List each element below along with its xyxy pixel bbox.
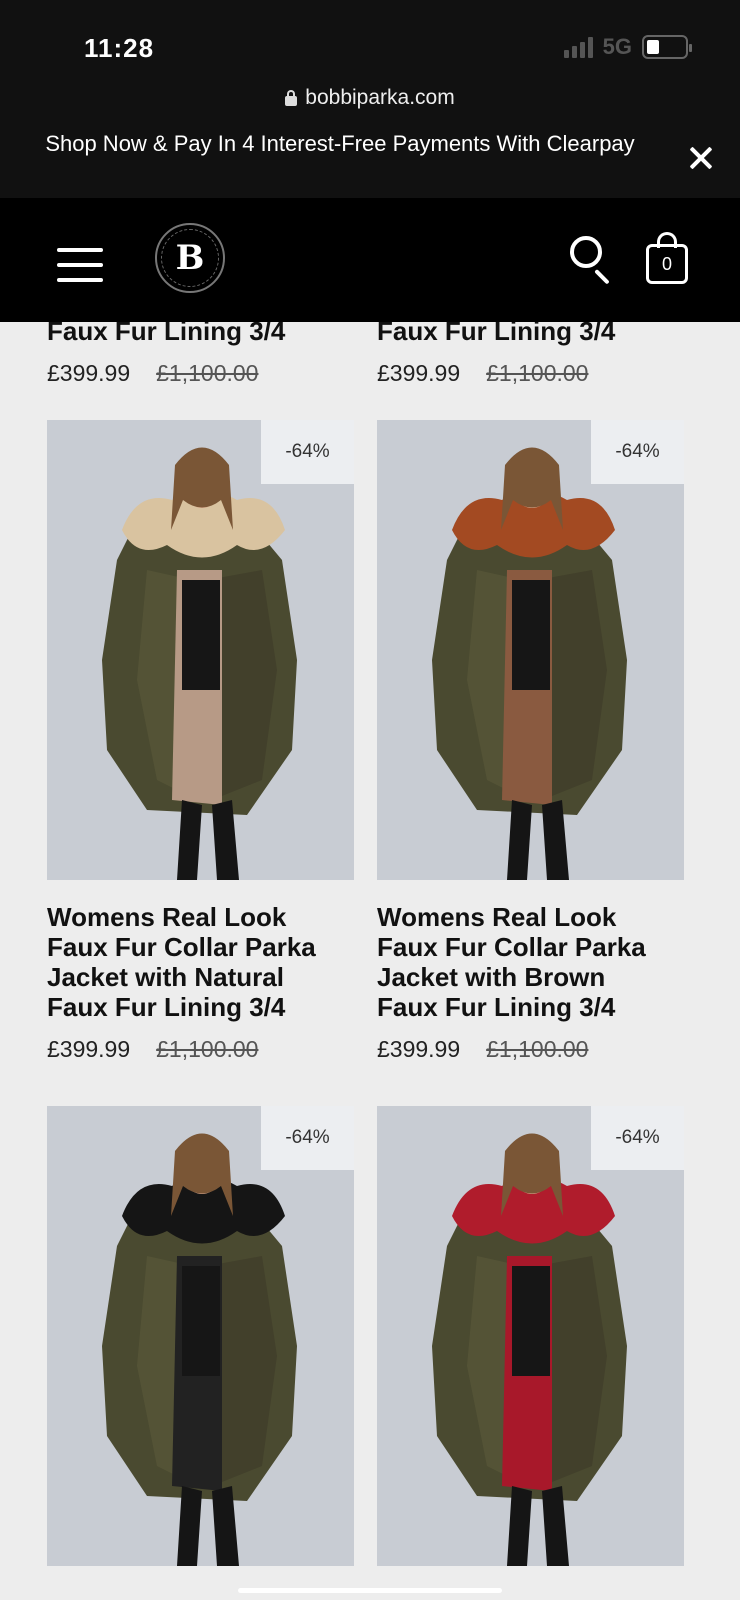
product-price: £399.99 bbox=[47, 1036, 131, 1062]
product-image[interactable]: -64% bbox=[377, 1106, 684, 1566]
discount-badge: -64% bbox=[591, 1106, 684, 1170]
model-photo bbox=[377, 1106, 684, 1566]
logo[interactable]: B bbox=[155, 223, 225, 293]
discount-badge: -64% bbox=[261, 420, 354, 484]
product-grid: Faux Fur Lining 3/4 £399.99 £1,100.00 Fa… bbox=[0, 322, 740, 1600]
product-card[interactable]: Faux Fur Lining 3/4 £399.99 £1,100.00 bbox=[377, 322, 684, 387]
signal-icon bbox=[563, 36, 593, 58]
browser-url-bar[interactable]: bobbiparka.com bbox=[0, 78, 740, 118]
network-label: 5G bbox=[602, 34, 632, 59]
lock-icon bbox=[285, 90, 298, 106]
product-compare-price: £1,100.00 bbox=[156, 360, 259, 386]
model-photo bbox=[47, 1106, 354, 1566]
product-title[interactable]: Faux Fur Lining 3/4 bbox=[47, 322, 354, 346]
promo-banner: Shop Now & Pay In 4 Interest-Free Paymen… bbox=[0, 118, 740, 198]
product-compare-price: £1,100.00 bbox=[486, 1036, 589, 1062]
product-image[interactable]: -64% bbox=[47, 420, 354, 880]
home-indicator bbox=[238, 1588, 502, 1593]
product-card[interactable]: Womens Real Look Faux Fur Collar Parka J… bbox=[47, 902, 354, 1063]
product-image[interactable]: -64% bbox=[47, 1106, 354, 1566]
status-time: 11:28 bbox=[84, 33, 155, 63]
url-text: bobbiparka.com bbox=[305, 86, 455, 109]
discount-badge: -64% bbox=[261, 1106, 354, 1170]
site-header: B 0 bbox=[0, 198, 740, 322]
product-price: £399.99 bbox=[47, 360, 131, 386]
product-title[interactable]: Womens Real Look Faux Fur Collar Parka J… bbox=[47, 902, 354, 1022]
product-card[interactable]: Faux Fur Lining 3/4 £399.99 £1,100.00 bbox=[47, 322, 354, 387]
model-photo bbox=[377, 420, 684, 880]
product-compare-price: £1,100.00 bbox=[486, 360, 589, 386]
status-indicators: 5G bbox=[563, 34, 692, 60]
product-compare-price: £1,100.00 bbox=[156, 1036, 259, 1062]
cart-icon[interactable]: 0 bbox=[644, 232, 690, 284]
model-photo bbox=[47, 420, 354, 880]
search-icon[interactable] bbox=[570, 236, 614, 285]
logo-letter: B bbox=[161, 229, 219, 287]
menu-icon[interactable] bbox=[57, 248, 103, 282]
battery-icon bbox=[642, 35, 692, 59]
product-image[interactable]: -64% bbox=[377, 420, 684, 880]
status-bar: 11:28 5G bbox=[0, 0, 740, 78]
product-title[interactable]: Womens Real Look Faux Fur Collar Parka J… bbox=[377, 902, 684, 1022]
product-price: £399.99 bbox=[377, 360, 461, 386]
close-icon[interactable] bbox=[688, 145, 714, 171]
product-price: £399.99 bbox=[377, 1036, 461, 1062]
cart-count: 0 bbox=[661, 253, 672, 274]
product-title[interactable]: Faux Fur Lining 3/4 bbox=[377, 322, 684, 346]
promo-text: Shop Now & Pay In 4 Interest-Free Paymen… bbox=[45, 131, 635, 156]
discount-badge: -64% bbox=[591, 420, 684, 484]
product-card[interactable]: Womens Real Look Faux Fur Collar Parka J… bbox=[377, 902, 684, 1063]
